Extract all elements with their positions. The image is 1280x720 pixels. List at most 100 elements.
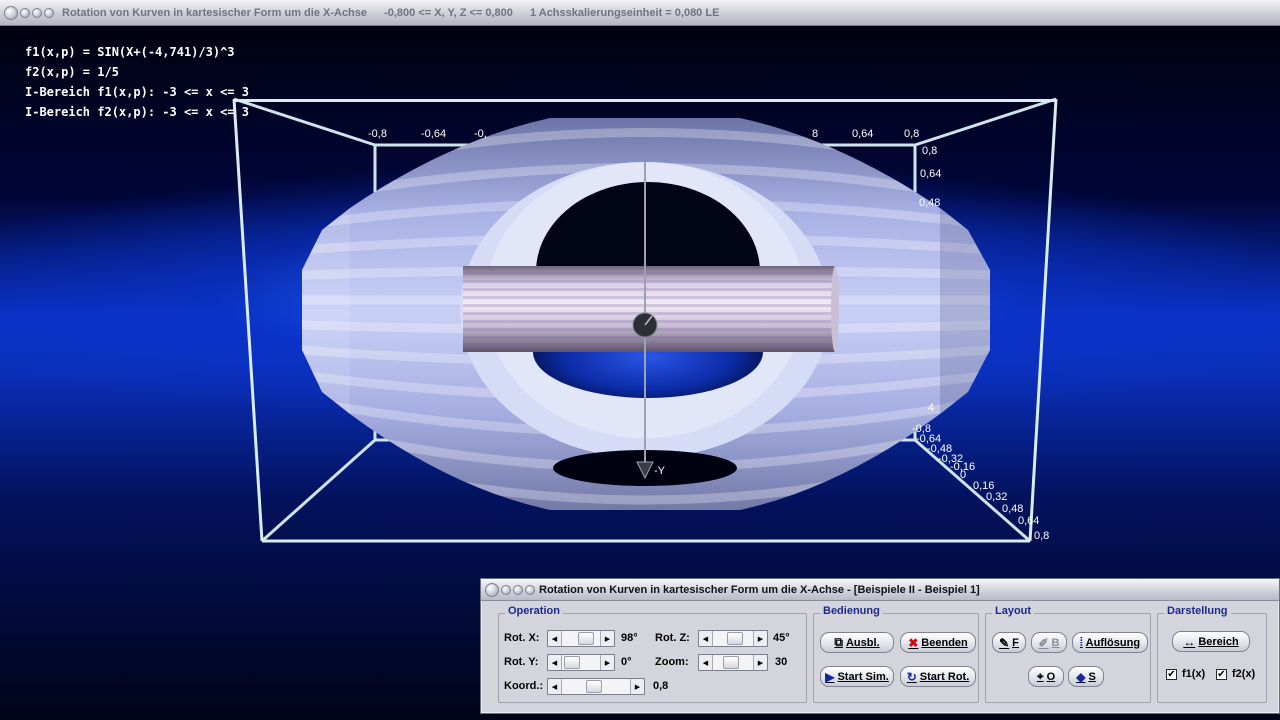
box-front-left bbox=[232, 98, 264, 542]
dialog-maximize-icon[interactable] bbox=[513, 584, 523, 595]
f1-checkbox[interactable]: ✔ bbox=[1166, 669, 1177, 680]
arrow-left-icon[interactable]: ◀ bbox=[548, 631, 562, 646]
zoom-value: 30 bbox=[775, 656, 788, 668]
top-tick-3: 8 bbox=[812, 128, 818, 140]
main-titlebar[interactable]: Rotation von Kurven in kartesischer Form… bbox=[0, 0, 1280, 26]
maximize-window-icon[interactable] bbox=[32, 7, 42, 18]
aufloesung-button[interactable]: ⦙ Auflösung bbox=[1072, 632, 1148, 653]
lower-tick-9: 0,64 bbox=[1018, 515, 1039, 527]
style-button[interactable]: ◆ S bbox=[1068, 666, 1104, 687]
range-arrow-icon: ↔ bbox=[1183, 634, 1196, 649]
right-tick-1: 0,64 bbox=[920, 168, 941, 180]
box-front-right bbox=[1028, 98, 1058, 542]
arrow-right-icon[interactable]: ▶ bbox=[753, 631, 767, 646]
start-sim-label: Start Sim. bbox=[837, 670, 889, 683]
zoom-slider[interactable]: ◀ ▶ bbox=[698, 654, 768, 671]
arrow-right-icon[interactable]: ▶ bbox=[753, 655, 767, 670]
rot-y-value: 0° bbox=[621, 656, 632, 668]
lower-tick-7: 0,32 bbox=[986, 491, 1007, 503]
background-button[interactable]: ✐ B bbox=[1031, 632, 1067, 653]
control-dialog[interactable]: Rotation von Kurven in kartesischer Form… bbox=[480, 578, 1280, 714]
dialog-close-icon[interactable] bbox=[485, 582, 499, 597]
info-range-f1: I-Bereich f1(x,p): -3 <= x <= 3 bbox=[25, 85, 249, 99]
start-sim-button[interactable]: ▶ Start Sim. bbox=[820, 666, 894, 687]
rot-y-slider-thumb[interactable] bbox=[564, 656, 580, 669]
aufloesung-label: Auflösung bbox=[1085, 636, 1141, 649]
start-rot-label: Start Rot. bbox=[919, 670, 970, 683]
bereich-label: Bereich bbox=[1198, 635, 1239, 648]
paint-bucket-icon: ✐ bbox=[1038, 635, 1049, 650]
arrow-right-icon[interactable]: ▶ bbox=[600, 655, 614, 670]
window-controls bbox=[0, 5, 54, 20]
koord-slider-thumb[interactable] bbox=[586, 680, 602, 693]
zoom-slider-thumb[interactable] bbox=[723, 656, 739, 669]
arrow-right-icon[interactable]: ▶ bbox=[600, 631, 614, 646]
dialog-window-controls bbox=[481, 582, 535, 597]
background-label: B bbox=[1051, 636, 1060, 649]
arrow-left-icon[interactable]: ◀ bbox=[548, 679, 562, 694]
rot-z-value: 45° bbox=[773, 632, 790, 644]
dialog-title: Rotation von Kurven in kartesischer Form… bbox=[539, 583, 980, 596]
rod-cylinder bbox=[463, 266, 839, 352]
close-x-icon: ✖ bbox=[908, 635, 919, 650]
info-f1: f1(x,p) = SIN(X+(-4,741)/3)^3 bbox=[25, 45, 235, 59]
lower-tick-8: 0,48 bbox=[1002, 503, 1023, 515]
top-tick-1: -0,64 bbox=[421, 128, 446, 140]
arrow-left-icon[interactable]: ◀ bbox=[699, 655, 713, 670]
y-axis-label: -Y bbox=[654, 465, 666, 477]
f2-checkbox-label[interactable]: f2(x) bbox=[1232, 668, 1255, 680]
group-layout: Layout ✎ F ✐ B ⦙ Auflösung ⌖ O ◆ S bbox=[985, 605, 1151, 703]
close-window-icon[interactable] bbox=[4, 5, 18, 20]
arrow-right-icon[interactable]: ▶ bbox=[630, 679, 644, 694]
font-label: F bbox=[1012, 636, 1019, 649]
play-icon: ▶ bbox=[825, 669, 835, 684]
title-main: Rotation von Kurven in kartesischer Form… bbox=[62, 6, 368, 19]
main-window-title: Rotation von Kurven in kartesischer Form… bbox=[62, 7, 733, 19]
rot-z-slider[interactable]: ◀ ▶ bbox=[698, 630, 768, 647]
rot-x-slider[interactable]: ◀ ▶ bbox=[547, 630, 615, 647]
top-tick-0: -0,8 bbox=[368, 128, 387, 140]
group-bedienung: Bedienung ⧉ Ausbl. ✖ Beenden ▶ Start Sim… bbox=[813, 605, 979, 703]
menu-window-icon[interactable] bbox=[44, 7, 54, 18]
lower-tick-5: 0 bbox=[960, 469, 966, 481]
rot-y-label: Rot. Y: bbox=[504, 656, 539, 668]
group-operation-title: Operation bbox=[505, 605, 563, 617]
f1-checkbox-label[interactable]: f1(x) bbox=[1182, 668, 1205, 680]
group-layout-title: Layout bbox=[992, 605, 1035, 617]
rot-z-slider-thumb[interactable] bbox=[727, 632, 743, 645]
rot-x-slider-thumb[interactable] bbox=[578, 632, 594, 645]
f2-checkbox[interactable]: ✔ bbox=[1216, 669, 1227, 680]
bereich-button[interactable]: ↔ Bereich bbox=[1172, 631, 1250, 652]
group-bedienung-title: Bedienung bbox=[820, 605, 883, 617]
right-tick-0: 0,8 bbox=[922, 145, 937, 157]
eraser-icon: ◆ bbox=[1076, 669, 1086, 684]
rot-z-label: Rot. Z: bbox=[655, 632, 690, 644]
right-tick-2: 0,48 bbox=[919, 197, 940, 209]
dialog-minimize-icon[interactable] bbox=[501, 584, 511, 595]
group-darstellung-title: Darstellung bbox=[1164, 605, 1231, 617]
info-f2: f2(x,p) = 1/5 bbox=[25, 65, 119, 79]
beenden-label: Beenden bbox=[921, 636, 968, 649]
top-tick-4: 0,64 bbox=[852, 128, 873, 140]
rotate-icon: ↻ bbox=[906, 669, 917, 684]
dialog-menu-icon[interactable] bbox=[525, 584, 535, 595]
koord-value: 0,8 bbox=[653, 680, 669, 692]
ausblenden-button[interactable]: ⧉ Ausbl. bbox=[820, 632, 894, 653]
rot-x-value: 98° bbox=[621, 632, 638, 644]
beenden-button[interactable]: ✖ Beenden bbox=[900, 632, 976, 653]
koord-slider[interactable]: ◀ ▶ bbox=[547, 678, 645, 695]
rot-y-slider[interactable]: ◀ ▶ bbox=[547, 654, 615, 671]
dialog-titlebar[interactable]: Rotation von Kurven in kartesischer Form… bbox=[481, 579, 1279, 601]
zoom-label: Zoom: bbox=[655, 656, 689, 668]
resolution-icon: ⦙ bbox=[1079, 635, 1083, 649]
arrow-left-icon[interactable]: ◀ bbox=[548, 655, 562, 670]
origin-button[interactable]: ⌖ O bbox=[1028, 666, 1064, 687]
font-button[interactable]: ✎ F bbox=[992, 632, 1026, 653]
crosshair-icon: ⌖ bbox=[1036, 669, 1044, 683]
start-rot-button[interactable]: ↻ Start Rot. bbox=[900, 666, 976, 687]
title-range: -0,800 <= X, Y, Z <= 0,800 bbox=[384, 6, 513, 19]
arrow-left-icon[interactable]: ◀ bbox=[699, 631, 713, 646]
ausblenden-label: Ausbl. bbox=[845, 636, 880, 649]
hide-icon: ⧉ bbox=[834, 635, 843, 649]
minimize-window-icon[interactable] bbox=[20, 7, 30, 18]
